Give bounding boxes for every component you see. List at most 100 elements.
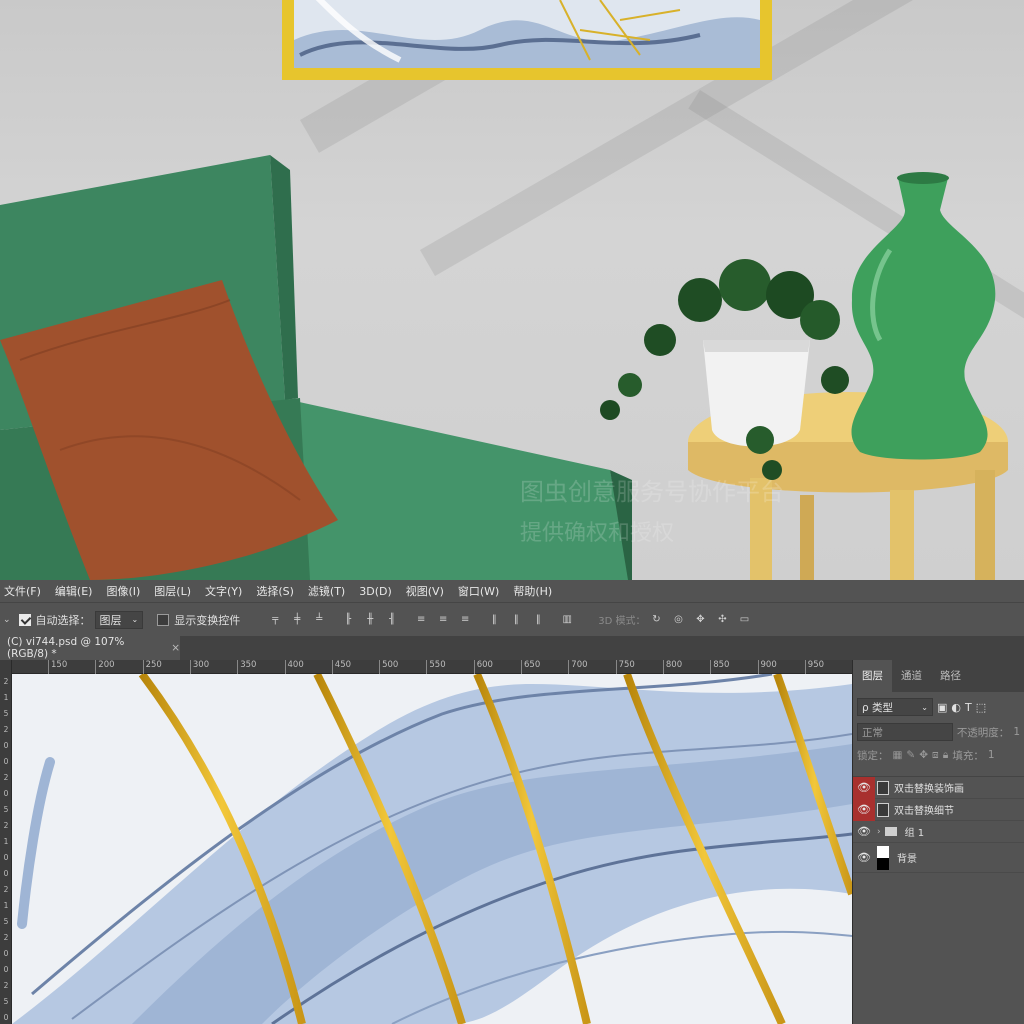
auto-select-label: 自动选择： [35,613,91,627]
chevron-right-icon[interactable]: › [877,827,881,837]
align-buttons: ╤ ╪ ╧ ╟ ╫ ╢ ≡ ≡ ≡ ‖ ‖ ‖ ▥ [264,614,578,626]
menu-view[interactable]: 视图(V) [399,583,451,599]
distribute-vcenter-icon[interactable]: ≡ [437,614,449,626]
roll-3d-icon[interactable]: ◎ [673,614,685,626]
layer-list: 👁︎ 双击替换装饰画 👁︎ 双击替换细节 👁︎ › 组 1 👁︎ 背景 [853,776,1024,873]
ruler-tick-label: 2 [3,677,9,686]
layer-name: 双击替换装饰画 [894,784,964,795]
opacity-value[interactable]: 1 [1013,726,1020,738]
tool-preset-chevron-icon[interactable]: ⌄ [3,615,11,625]
show-transform-checkbox[interactable] [157,613,170,626]
distribute-right-icon[interactable]: ‖ [532,614,544,626]
ruler-tick-label: 1 [3,901,9,910]
ruler-tick-label: 2 [3,725,9,734]
watermark-line2: 提供确权和授权 [520,521,674,546]
align-vcenter-icon[interactable]: ╪ [291,614,303,626]
close-tab-icon[interactable]: × [171,642,180,654]
distribute-top-icon[interactable]: ≡ [415,614,427,626]
lock-artboard-icon[interactable]: ⧈ [932,749,939,762]
ruler-tick-label: 2 [3,821,9,830]
ruler-tick-label: 600 [473,660,493,674]
fill-value[interactable]: 1 [988,749,995,761]
ruler-tick-label: 700 [568,660,588,674]
eye-icon[interactable]: 👁︎ [853,776,875,799]
menu-select[interactable]: 选择(S) [249,583,301,599]
orbit-3d-icon[interactable]: ↻ [651,614,663,626]
align-bottom-icon[interactable]: ╧ [313,614,325,626]
ruler-tick-label: 0 [3,1013,9,1022]
menu-edit[interactable]: 编辑(E) [48,583,100,599]
auto-select-checkbox[interactable] [18,613,31,626]
filter-shape-icon[interactable]: ⬚ [976,701,986,714]
auto-select-value: 图层 [99,613,122,627]
distribute-hcenter-icon[interactable]: ‖ [510,614,522,626]
menu-window[interactable]: 窗口(W) [451,583,506,599]
document-canvas[interactable] [12,674,852,1024]
menu-filter[interactable]: 滤镜(T) [301,583,352,599]
ruler-tick-label: 350 [237,660,256,674]
document-tab[interactable]: (C) vi744.psd @ 107%(RGB/8) * × [0,636,180,660]
layer-row[interactable]: 👁︎ 双击替换装饰画 [853,776,1024,799]
opacity-label: 不透明度： [956,726,1010,739]
ruler-tick-label: 0 [3,965,9,974]
eye-icon[interactable]: 👁︎ [853,843,875,873]
ruler-tick-label: 5 [3,917,9,926]
layer-row[interactable]: 👁︎ 双击替换细节 [853,798,1024,821]
ruler-tick-label: 0 [3,789,9,798]
lock-paint-icon[interactable]: ✎ [906,749,915,761]
options-bar: ⌄ 自动选择： 图层 ⌄ 显示变换控件 ╤ ╪ ╧ ╟ ╫ ╢ ≡ ≡ ≡ ‖ … [0,602,1024,636]
menu-3d[interactable]: 3D(D) [352,585,399,598]
layer-row[interactable]: 👁︎ › 组 1 [853,821,1024,843]
document-title: (C) vi744.psd @ 107%(RGB/8) * [7,636,125,660]
panel-tabs: 图层 通道 路径 [853,660,1024,692]
ruler-tick-label: 850 [710,660,729,674]
tab-layers[interactable]: 图层 [853,660,892,692]
document-tab-bar: (C) vi744.psd @ 107%(RGB/8) * × [0,636,1024,660]
ruler-tick-label: 950 [804,660,824,674]
scale-3d-icon[interactable]: ▭ [739,614,751,626]
auto-align-icon[interactable]: ▥ [561,614,573,626]
blend-mode-value: 正常 [862,726,883,739]
vertical-ruler: 2 1 5 2 0 0 2 0 5 2 1 0 0 2 1 5 2 0 0 2 5 0 [0,660,12,1024]
ruler-tick-label: 300 [189,660,209,674]
eye-icon[interactable]: 👁︎ [853,798,875,821]
menu-image[interactable]: 图像(I) [99,583,147,599]
menu-help[interactable]: 帮助(H) [506,583,559,599]
align-hcenter-icon[interactable]: ╫ [364,614,376,626]
menu-file[interactable]: 文件(F) [0,583,48,599]
horizontal-ruler: 150 200 250 300 350 400 450 500 550 600 650 700 750 8… [12,660,852,674]
ruler-tick-label: 500 [379,660,398,674]
ruler-tick-label: 2 [3,773,9,782]
lock-all-icon[interactable]: 🔒︎ [943,749,949,762]
layer-filter-dropdown[interactable]: ρ 类型 ⌄ [857,698,933,716]
slide-3d-icon[interactable]: ✣ [717,614,729,626]
pan-3d-icon[interactable]: ✥ [695,614,707,626]
filter-type-icon[interactable]: T [965,701,972,714]
filter-pixel-icon[interactable]: ▣ [937,701,947,714]
smart-object-thumbnail [877,802,889,817]
lock-move-icon[interactable]: ✥ [919,749,928,761]
mode-3d-label: 3D 模式： [598,616,646,627]
blend-mode-dropdown[interactable]: 正常 [857,723,953,741]
chevron-down-icon: ⌄ [131,615,139,624]
align-right-icon[interactable]: ╢ [386,614,398,626]
align-left-icon[interactable]: ╟ [342,614,354,626]
menu-type[interactable]: 文字(Y) [198,583,249,599]
tab-channels[interactable]: 通道 [892,660,931,692]
align-top-icon[interactable]: ╤ [269,614,281,626]
artwork-canvas [12,674,852,1024]
tab-paths[interactable]: 路径 [931,660,970,692]
distribute-left-icon[interactable]: ‖ [488,614,500,626]
blend-row: 正常 不透明度： 1 [853,721,1024,743]
layer-row[interactable]: 👁︎ 背景 [853,843,1024,873]
ruler-tick-label: 5 [3,997,9,1006]
ruler-tick-label: 2 [3,933,9,942]
ruler-tick-label: 5 [3,709,9,718]
eye-icon[interactable]: 👁︎ [853,821,875,843]
distribute-bottom-icon[interactable]: ≡ [459,614,471,626]
lock-transparent-icon[interactable]: ▦ [893,749,903,761]
layer-filter-label: ρ 类型 [862,701,894,714]
auto-select-dropdown[interactable]: 图层 ⌄ [94,610,144,629]
filter-adjust-icon[interactable]: ◐ [951,701,961,714]
menu-layer[interactable]: 图层(L) [147,583,198,599]
